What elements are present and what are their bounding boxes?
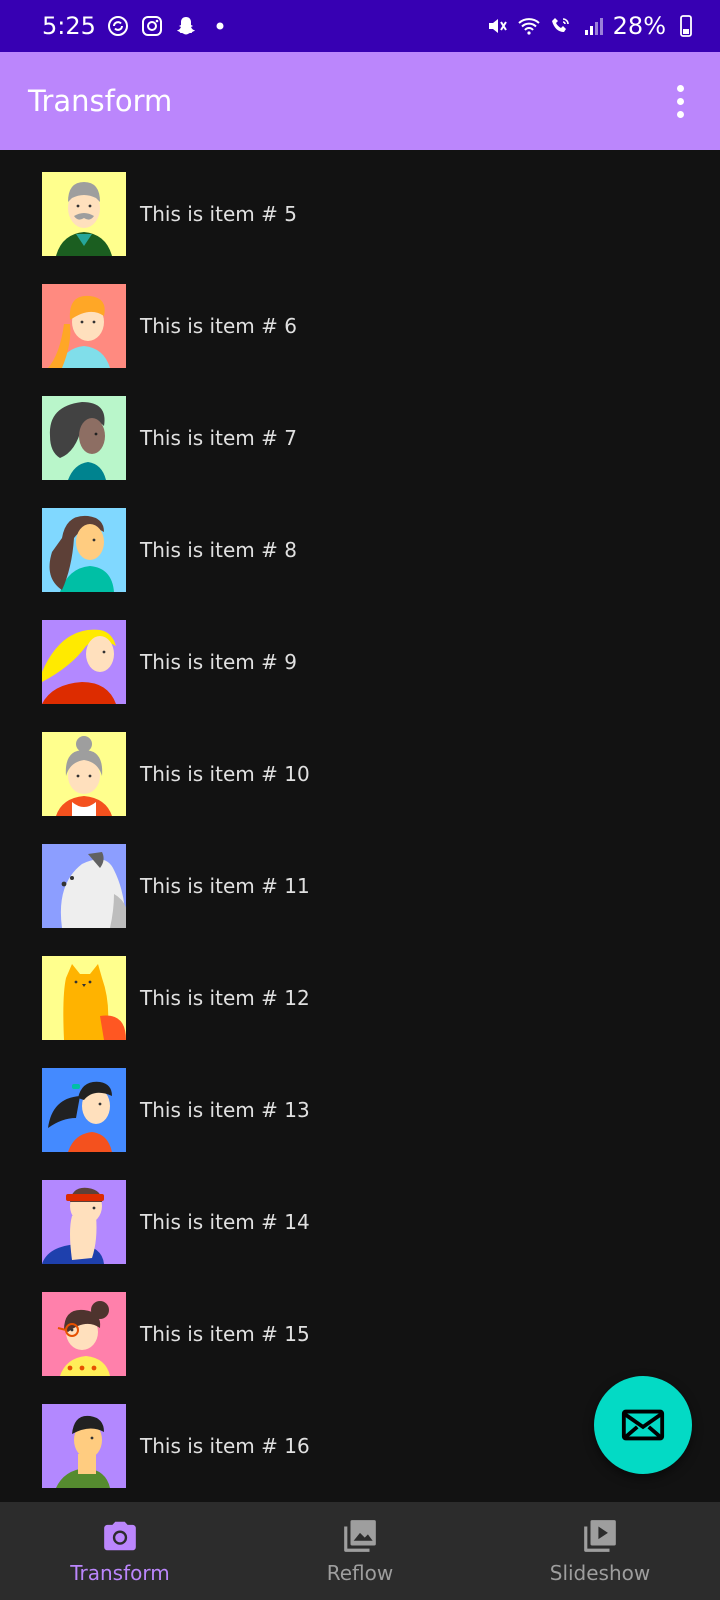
- more-vert-icon[interactable]: [668, 81, 692, 121]
- list-item[interactable]: This is item # 16: [42, 1404, 682, 1488]
- avatar: [42, 1292, 126, 1376]
- avatar: [42, 620, 126, 704]
- list-item[interactable]: This is item # 15: [42, 1292, 682, 1376]
- item-label: This is item # 14: [140, 1210, 310, 1234]
- battery-icon: [674, 14, 698, 38]
- item-label: This is item # 12: [140, 986, 310, 1010]
- item-label: This is item # 15: [140, 1322, 310, 1346]
- camera-icon: [101, 1517, 139, 1555]
- item-label: This is item # 16: [140, 1434, 310, 1458]
- list-item[interactable]: This is item # 14: [42, 1180, 682, 1264]
- battery-percent: 28%: [612, 12, 666, 40]
- item-label: This is item # 6: [140, 314, 297, 338]
- avatar: [42, 396, 126, 480]
- status-bar: 5:25 28%: [0, 0, 720, 52]
- item-label: This is item # 13: [140, 1098, 310, 1122]
- list-item[interactable]: This is item # 8: [42, 508, 682, 592]
- wifi-calling-icon: [549, 14, 573, 38]
- sync-icon: [106, 14, 130, 38]
- nav-label: Slideshow: [549, 1561, 651, 1585]
- list-item[interactable]: This is item # 13: [42, 1068, 682, 1152]
- list-item[interactable]: This is item # 12: [42, 956, 682, 1040]
- item-label: This is item # 5: [140, 202, 297, 226]
- bottom-navigation: Transform Reflow Slideshow: [0, 1502, 720, 1600]
- list-item[interactable]: This is item # 5: [42, 172, 682, 256]
- item-list[interactable]: This is item # 5 This is item # 6 This i…: [0, 150, 720, 1502]
- email-icon: [621, 1409, 665, 1441]
- item-label: This is item # 7: [140, 426, 297, 450]
- list-item[interactable]: This is item # 7: [42, 396, 682, 480]
- list-item[interactable]: This is item # 9: [42, 620, 682, 704]
- item-label: This is item # 8: [140, 538, 297, 562]
- mute-icon: [485, 14, 509, 38]
- list-item[interactable]: This is item # 6: [42, 284, 682, 368]
- email-fab-button[interactable]: [594, 1376, 692, 1474]
- slideshow-icon: [581, 1517, 619, 1555]
- item-label: This is item # 10: [140, 762, 310, 786]
- dot-icon: [208, 14, 232, 38]
- avatar-old-man-icon: [42, 172, 126, 256]
- avatar: [42, 844, 126, 928]
- avatar: [42, 1068, 126, 1152]
- nav-item-transform[interactable]: Transform: [0, 1502, 240, 1600]
- avatar: [42, 956, 126, 1040]
- nav-label: Transform: [70, 1561, 170, 1585]
- avatar: [42, 172, 126, 256]
- snapchat-icon: [174, 14, 198, 38]
- avatar: [42, 1180, 126, 1264]
- app-title: Transform: [28, 84, 173, 118]
- instagram-icon: [140, 14, 164, 38]
- nav-item-reflow[interactable]: Reflow: [240, 1502, 480, 1600]
- status-time: 5:25: [42, 12, 96, 40]
- item-label: This is item # 9: [140, 650, 297, 674]
- avatar: [42, 508, 126, 592]
- avatar: [42, 1404, 126, 1488]
- signal-icon: [581, 14, 605, 38]
- item-label: This is item # 11: [140, 874, 310, 898]
- avatar: [42, 732, 126, 816]
- wifi-icon: [517, 14, 541, 38]
- list-item[interactable]: This is item # 10: [42, 732, 682, 816]
- list-item[interactable]: This is item # 11: [42, 844, 682, 928]
- avatar: [42, 284, 126, 368]
- image-icon: [341, 1517, 379, 1555]
- nav-item-slideshow[interactable]: Slideshow: [480, 1502, 720, 1600]
- nav-label: Reflow: [326, 1561, 394, 1585]
- app-bar: Transform: [0, 52, 720, 150]
